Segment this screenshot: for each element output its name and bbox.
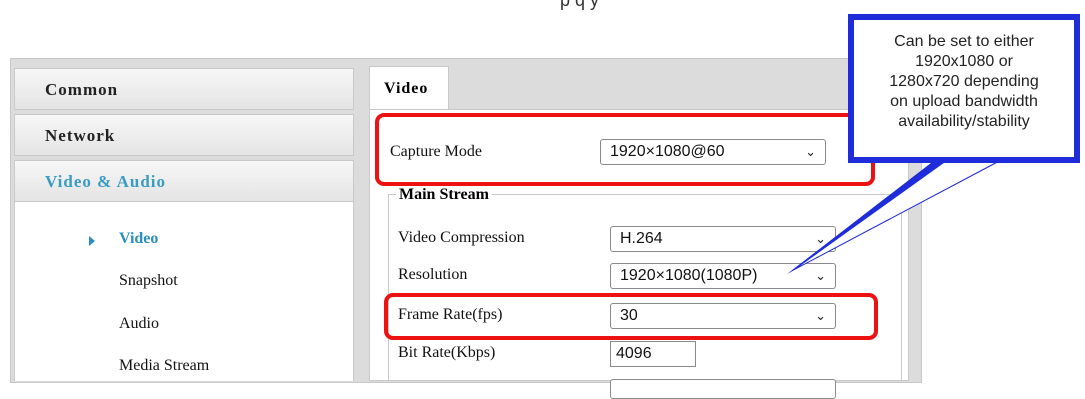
callout-line: 1920x1080 or	[915, 53, 1013, 70]
callout-line: availability/stability	[898, 113, 1030, 130]
annotation-callout: Can be set to either 1920x1080 or 1280x7…	[848, 14, 1080, 163]
partial-select[interactable]	[610, 379, 836, 399]
callout-line: 1280x720 depending	[889, 73, 1039, 90]
callout-line: on upload bandwidth	[890, 93, 1038, 110]
callout-line: Can be set to either	[894, 33, 1034, 50]
